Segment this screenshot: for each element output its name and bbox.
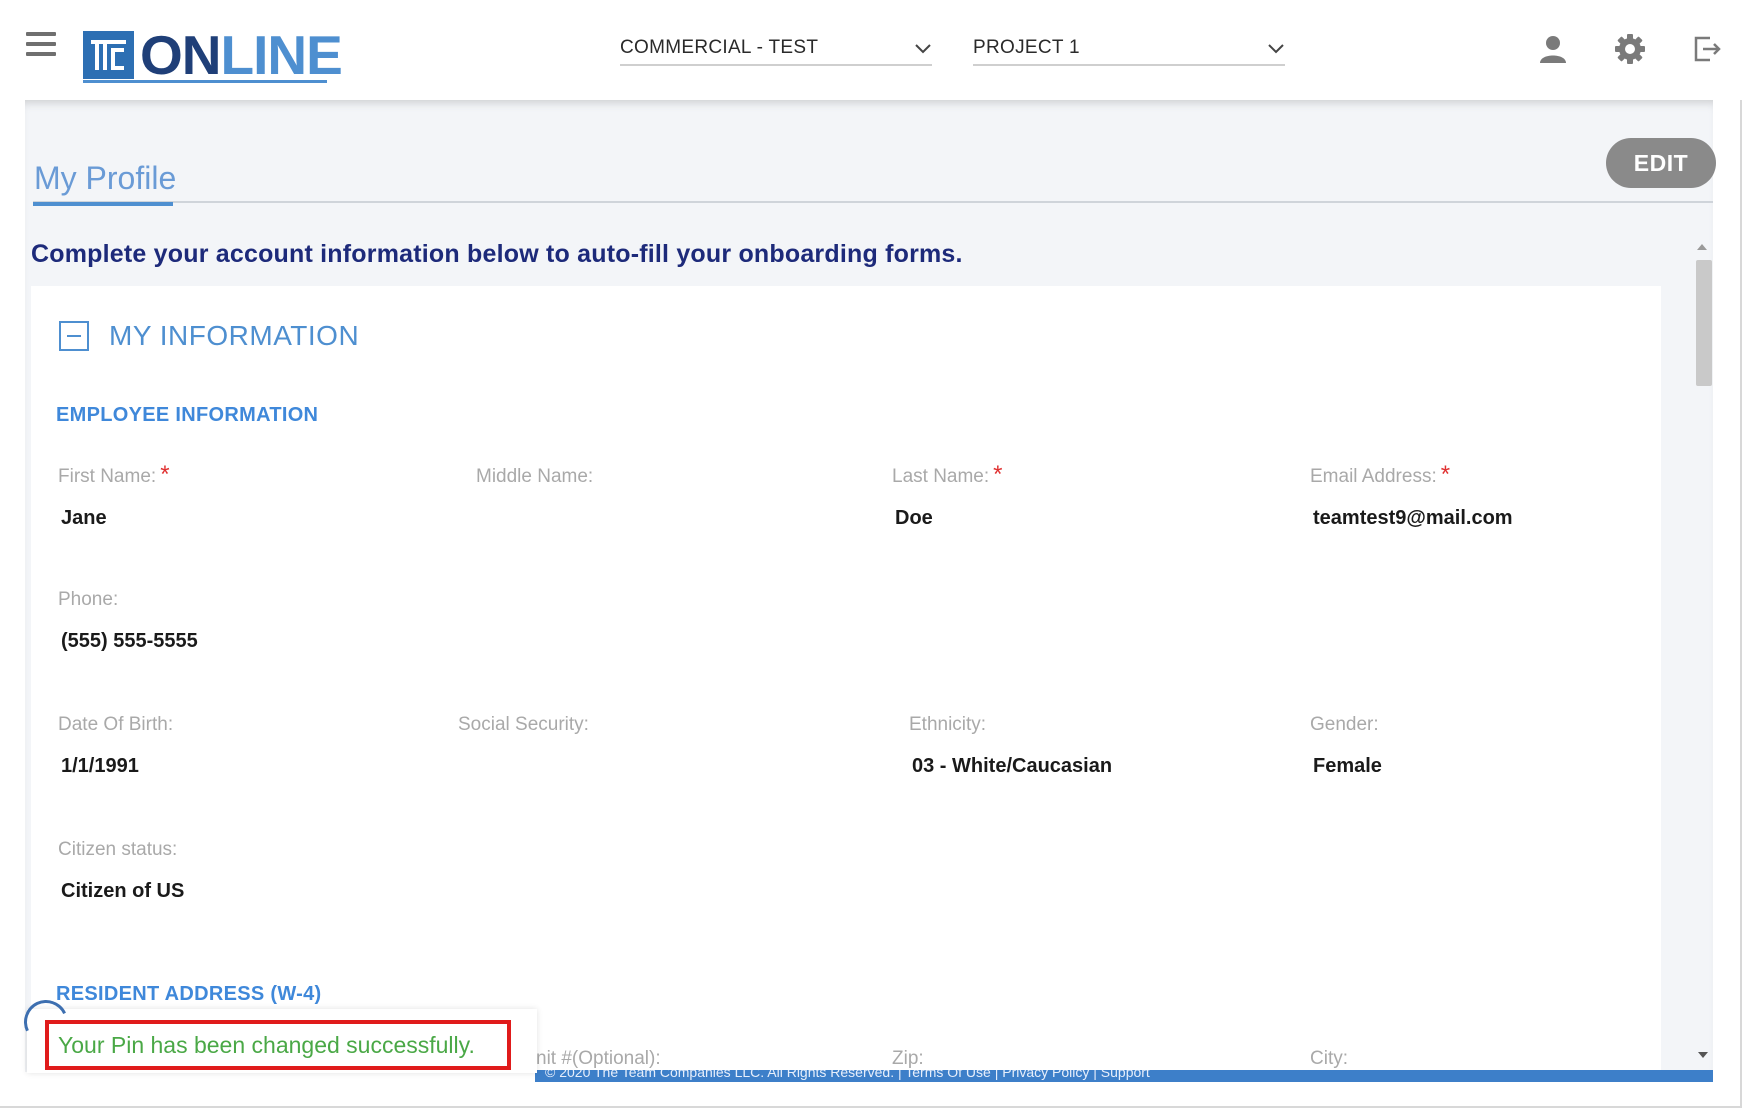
chevron-down-icon (1268, 44, 1284, 54)
section-header: MY INFORMATION (59, 320, 359, 352)
last-name-label: Last Name: (892, 466, 990, 487)
citizen-status-field: Citizen status: Citizen of US (58, 839, 184, 903)
intro-text: Complete your account information below … (31, 240, 963, 268)
logo-text-on: ON (140, 23, 221, 86)
scroll-down-arrow-icon[interactable] (1698, 1052, 1708, 1058)
top-bar: ONLINE COMMERCIAL - TEST PROJECT 1 (0, 0, 1742, 100)
company-select-value: COMMERCIAL - TEST (620, 37, 819, 58)
footer-text[interactable]: © 2020 The Team Companies LLC. All Right… (545, 1070, 1150, 1080)
employee-information-heading: EMPLOYEE INFORMATION (56, 404, 319, 426)
last-name-value: Doe (895, 507, 933, 529)
email-field: Email Address: * teamtest9@mail.com (1310, 461, 1513, 530)
project-select[interactable]: PROJECT 1 (973, 32, 1285, 66)
my-information-card: MY INFORMATION EMPLOYEE INFORMATION Firs… (31, 286, 1661, 1072)
logo[interactable]: ONLINE (83, 27, 343, 83)
ethnicity-label: Ethnicity: (909, 714, 987, 735)
citizen-status-value: Citizen of US (61, 880, 185, 902)
phone-field: Phone: (555) 555-5555 (58, 589, 198, 653)
unit-label: nit #(Optional): (536, 1048, 661, 1069)
ethnicity-field: Ethnicity: 03 - White/Caucasian (909, 714, 1112, 778)
required-marker: * (160, 461, 170, 488)
project-select-value: PROJECT 1 (973, 37, 1080, 58)
tab-divider (33, 201, 1713, 203)
logo-underline (83, 80, 327, 83)
tab-active-indicator (33, 202, 173, 206)
company-select[interactable]: COMMERCIAL - TEST (620, 32, 932, 66)
scrollbar-thumb[interactable] (1696, 260, 1712, 386)
gender-label: Gender: (1310, 714, 1379, 735)
main-content: My Profile EDIT Complete your account in… (25, 100, 1716, 1072)
middle-name-label: Middle Name: (476, 466, 594, 487)
required-marker: * (1440, 461, 1451, 488)
gender-value: Female (1313, 755, 1382, 777)
app-window: ONLINE COMMERCIAL - TEST PROJECT 1 My Pr… (0, 0, 1742, 1108)
logo-text-line: LINE (220, 23, 343, 86)
collapse-icon[interactable] (59, 321, 89, 351)
dob-label: Date Of Birth: (58, 714, 174, 735)
ssn-label: Social Security: (458, 714, 589, 735)
email-value: teamtest9@mail.com (1313, 507, 1513, 529)
phone-value: (555) 555-5555 (61, 630, 198, 652)
toast-highlight-box: Your Pin has been changed successfully. (45, 1020, 511, 1070)
ethnicity-value: 03 - White/Caucasian (912, 755, 1113, 777)
zip-field: Zip: (892, 1048, 924, 1070)
ssn-field: Social Security: (458, 714, 589, 755)
first-name-field: First Name: * Jane (58, 461, 170, 530)
toast-message: Your Pin has been changed successfully. (58, 1031, 475, 1058)
first-name-label: First Name: (58, 466, 157, 487)
footer: © 2020 The Team Companies LLC. All Right… (535, 1070, 1713, 1082)
citizen-status-label: Citizen status: (58, 839, 178, 860)
unit-field: nit #(Optional): (536, 1048, 661, 1070)
last-name-field: Last Name: * Doe (892, 461, 1003, 530)
scroll-up-arrow-icon[interactable] (1697, 244, 1707, 250)
phone-label: Phone: (58, 589, 119, 610)
user-icon[interactable] (1536, 32, 1570, 66)
logo-text: ONLINE (140, 27, 343, 83)
required-marker: * (993, 461, 1003, 488)
gender-field: Gender: Female (1310, 714, 1382, 778)
email-label: Email Address: (1310, 466, 1437, 487)
city-field: City: (1310, 1048, 1348, 1070)
edit-button[interactable]: EDIT (1606, 138, 1716, 188)
logo-mark-icon (83, 31, 134, 79)
section-title: MY INFORMATION (109, 320, 360, 351)
logout-icon[interactable] (1688, 32, 1722, 66)
dob-field: Date Of Birth: 1/1/1991 (58, 714, 173, 778)
chevron-down-icon (915, 44, 931, 54)
menu-icon[interactable] (26, 32, 56, 56)
dob-value: 1/1/1991 (61, 755, 139, 777)
resident-address-heading: RESIDENT ADDRESS (W-4) (56, 983, 322, 1005)
tab-my-profile[interactable]: My Profile (34, 160, 176, 197)
city-label: City: (1310, 1048, 1348, 1069)
gear-icon[interactable] (1613, 32, 1647, 66)
first-name-value: Jane (61, 507, 107, 529)
zip-label: Zip: (892, 1048, 924, 1069)
middle-name-field: Middle Name: (476, 466, 593, 507)
